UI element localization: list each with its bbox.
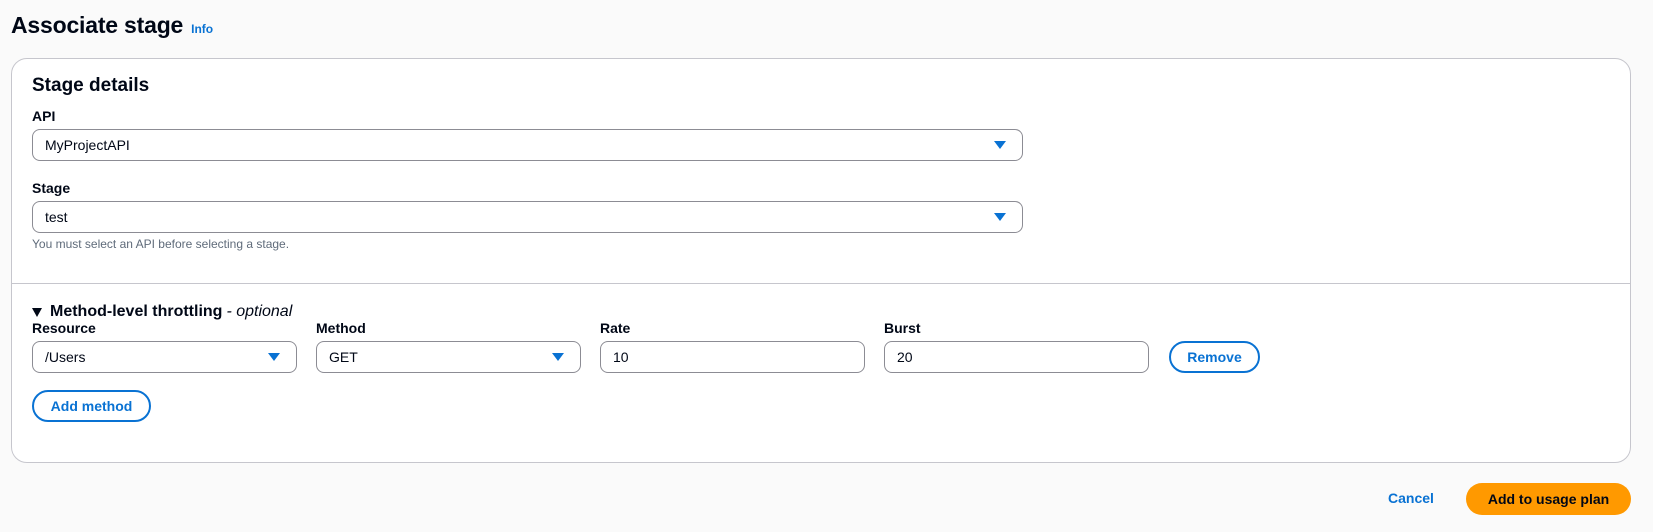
add-to-usage-plan-button[interactable]: Add to usage plan <box>1466 483 1631 515</box>
resource-select[interactable]: /Users <box>32 341 297 373</box>
method-select-value: GET <box>329 349 358 365</box>
burst-label: Burst <box>884 320 921 336</box>
api-select-value: MyProjectAPI <box>45 137 130 153</box>
section-divider <box>12 283 1630 284</box>
throttling-expander[interactable]: Method-level throttling - optional <box>32 303 292 321</box>
stage-select-value: test <box>45 209 68 225</box>
caret-down-icon <box>268 353 280 361</box>
stage-details-container: Stage details API MyProjectAPI Stage tes… <box>11 58 1631 463</box>
add-method-button[interactable]: Add method <box>32 390 151 422</box>
section-title: Stage details <box>32 75 150 96</box>
cancel-button[interactable]: Cancel <box>1388 490 1434 506</box>
remove-button[interactable]: Remove <box>1169 341 1260 373</box>
caret-down-icon <box>994 213 1006 221</box>
caret-down-icon <box>32 307 42 317</box>
caret-down-icon <box>994 141 1006 149</box>
resource-select-value: /Users <box>45 349 86 365</box>
stage-hint: You must select an API before selecting … <box>32 237 290 251</box>
method-select[interactable]: GET <box>316 341 581 373</box>
api-select[interactable]: MyProjectAPI <box>32 129 1023 161</box>
page-title: Associate stage <box>11 12 184 38</box>
throttling-optional: - optional <box>226 303 293 320</box>
burst-input[interactable] <box>884 341 1149 373</box>
stage-label: Stage <box>32 180 71 196</box>
rate-input[interactable] <box>600 341 865 373</box>
caret-down-icon <box>552 353 564 361</box>
method-label: Method <box>316 320 366 336</box>
rate-label: Rate <box>600 320 631 336</box>
info-link[interactable]: Info <box>191 22 213 36</box>
api-label: API <box>32 108 56 124</box>
resource-label: Resource <box>32 320 96 336</box>
page: Associate stage Info Stage details API M… <box>0 0 1653 532</box>
page-header: Associate stage Info <box>11 12 213 39</box>
stage-select[interactable]: test <box>32 201 1023 233</box>
throttling-title: Method-level throttling <box>50 303 223 320</box>
